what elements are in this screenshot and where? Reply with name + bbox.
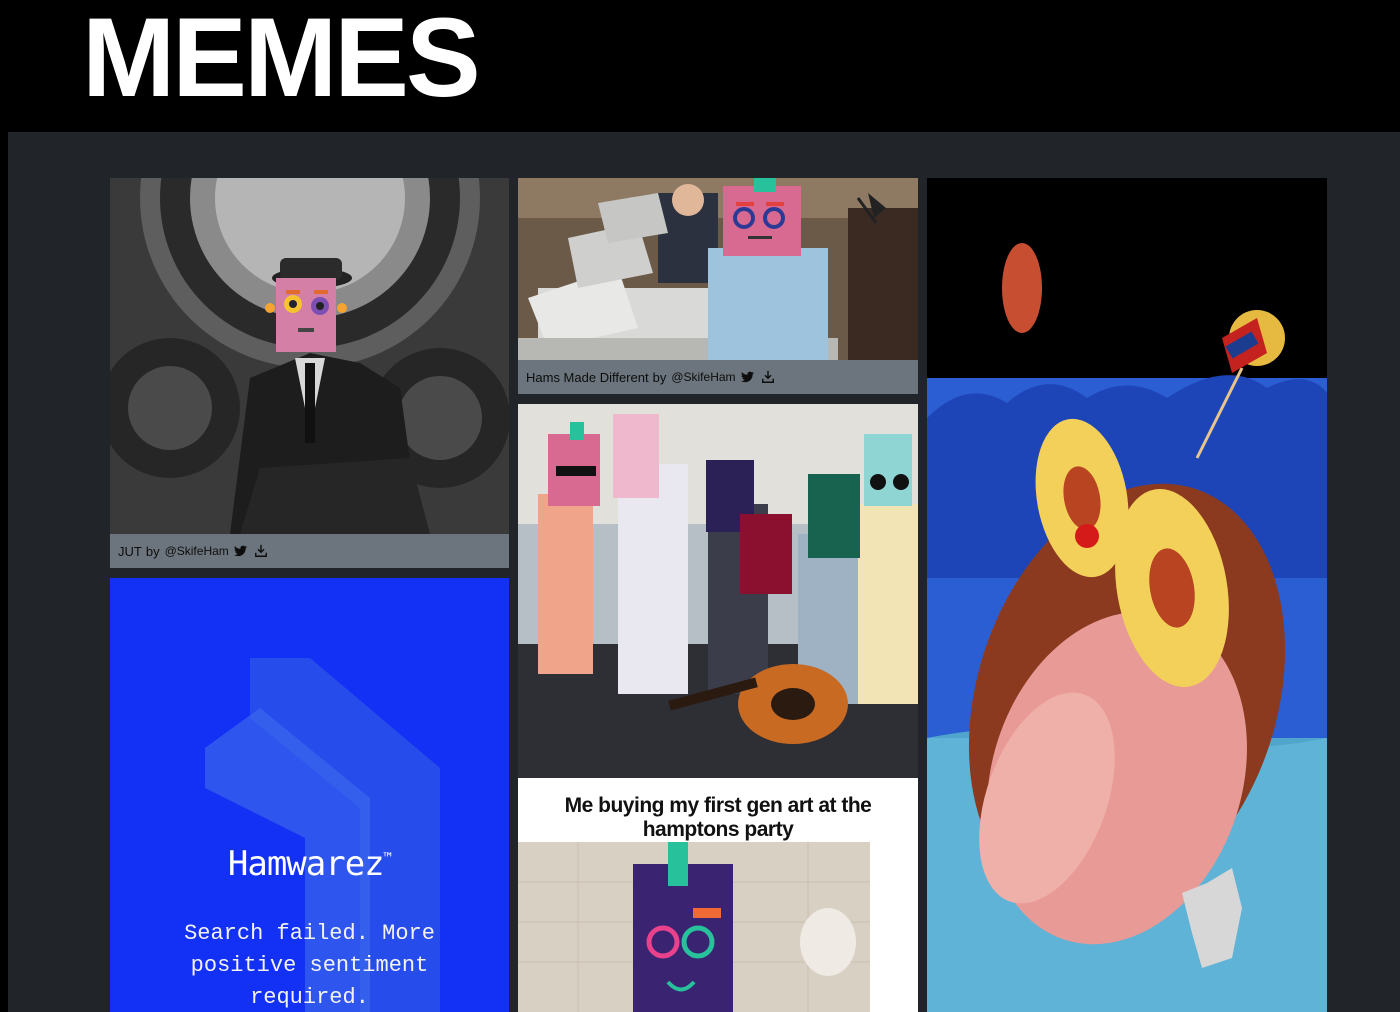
meme-image-ham[interactable] xyxy=(927,178,1327,1012)
author-handle-link[interactable]: @SkifeHam xyxy=(165,544,229,558)
meme-image-office[interactable] xyxy=(518,178,918,360)
download-icon[interactable] xyxy=(760,369,776,385)
meme-caption-text: Me buying my first gen art at the hampto… xyxy=(564,794,872,841)
meme-card-hams-made-different[interactable]: Hams Made Different by @SkifeHam xyxy=(518,178,918,394)
by-label: by xyxy=(652,369,667,385)
download-icon[interactable] xyxy=(253,543,269,559)
meme-title: JUT xyxy=(118,543,142,559)
meme-image-jut[interactable] xyxy=(110,178,509,534)
header: MEMES xyxy=(0,0,1400,132)
hamwarez-title: Hamwarez™ xyxy=(227,844,392,884)
page-title: MEMES xyxy=(82,0,481,120)
meme-caption: Hams Made Different by @SkifeHam xyxy=(518,360,918,394)
author-handle-link[interactable]: @SkifeHam xyxy=(671,370,735,384)
meme-caption: JUT by @SkifeHam xyxy=(110,534,509,568)
meme-card-ham[interactable] xyxy=(927,178,1327,1012)
twitter-icon[interactable] xyxy=(740,369,756,385)
meme-image-bathroom[interactable] xyxy=(518,842,870,1012)
meme-card-hamwarez[interactable]: Hamwarez™ Search failed. More positive s… xyxy=(110,578,509,1012)
twitter-icon[interactable] xyxy=(233,543,249,559)
meme-gallery: JUT by @SkifeHam Hams Made Different by … xyxy=(8,132,1400,1012)
meme-card-jut[interactable]: JUT by @SkifeHam xyxy=(110,178,509,568)
meme-title: Hams Made Different xyxy=(526,369,649,385)
meme-image-party[interactable] xyxy=(518,404,918,778)
by-label: by xyxy=(145,543,160,559)
hamwarez-message: Search failed. More positive sentiment r… xyxy=(184,921,435,1010)
meme-card-party[interactable]: Me buying my first gen art at the hampto… xyxy=(518,404,918,1012)
